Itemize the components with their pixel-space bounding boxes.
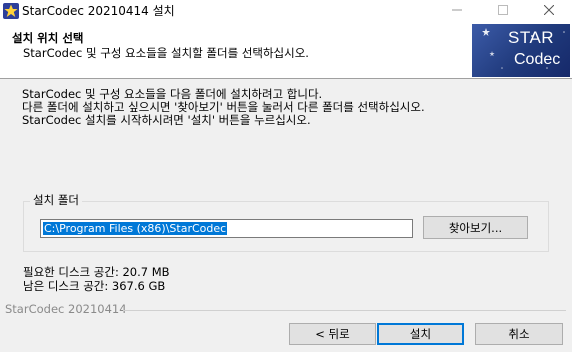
- install-path-value: C:\Program Files (x86)\StarCodec: [43, 222, 228, 235]
- footer-brand: StarCodec 20210414: [5, 302, 127, 316]
- footer-divider: [123, 310, 566, 311]
- install-path-input[interactable]: C:\Program Files (x86)\StarCodec: [40, 219, 413, 238]
- intro-text: StarCodec 및 구성 요소들을 다음 폴더에 설치하려고 합니다. 다른…: [22, 88, 425, 127]
- star-app-icon: [3, 3, 19, 19]
- page-title: 설치 위치 선택: [12, 31, 84, 45]
- available-space-text: 남은 디스크 공간: 367.6 GB: [23, 279, 166, 293]
- back-button[interactable]: < 뒤로: [289, 323, 376, 345]
- close-icon: [543, 4, 555, 19]
- window-title: StarCodec 20210414 설치: [22, 4, 175, 18]
- logo-text-codec: Codec: [514, 51, 561, 68]
- cancel-button[interactable]: 취소: [475, 323, 563, 345]
- logo-text-star: STAR: [508, 28, 555, 47]
- minimize-icon: [452, 4, 462, 19]
- maximize-icon: [498, 4, 508, 19]
- page-subtitle: StarCodec 및 구성 요소들을 설치할 폴더를 선택하십시오.: [23, 46, 309, 60]
- maximize-button[interactable]: [480, 0, 526, 22]
- minimize-button[interactable]: [434, 0, 480, 22]
- browse-button[interactable]: 찾아보기...: [423, 216, 528, 239]
- install-button[interactable]: 설치: [377, 323, 464, 345]
- intro-line-3: StarCodec 설치를 시작하시려면 '설치' 버튼을 누르십시오.: [22, 113, 311, 127]
- install-folder-label: 설치 폴더: [30, 192, 82, 208]
- close-button[interactable]: [526, 0, 572, 22]
